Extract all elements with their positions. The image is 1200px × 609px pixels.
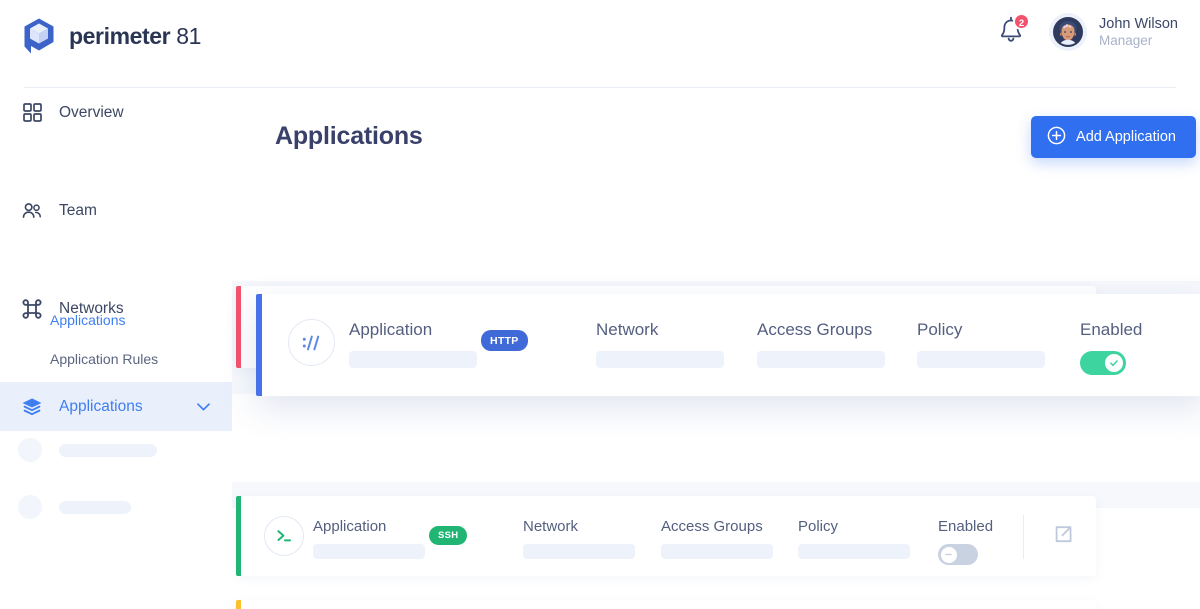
user-role: Manager xyxy=(1099,32,1153,48)
cell-policy: Policy xyxy=(798,518,910,559)
notifications-button[interactable]: 2 xyxy=(997,13,1031,49)
column-header-application: Application xyxy=(349,320,433,339)
protocol-badge: SSH xyxy=(429,526,468,545)
plus-circle-icon xyxy=(1047,126,1066,149)
notification-count-badge: 2 xyxy=(1013,13,1031,30)
enabled-toggle[interactable] xyxy=(1080,351,1126,375)
protocol-badge: HTTP xyxy=(481,330,528,351)
user-text-block: John Wilson Manager xyxy=(1099,15,1178,50)
sidebar-subitem-label: Applications xyxy=(50,311,126,328)
value-placeholder xyxy=(661,544,773,559)
applications-list: Application RDP Network Access Groups Po… xyxy=(232,198,1200,609)
sidebar-skeleton-item xyxy=(0,426,232,474)
table-row[interactable]: Application VNC Network Access Groups Po… xyxy=(236,600,1096,609)
grid-icon xyxy=(22,103,42,123)
sidebar-subitem-applications[interactable]: Applications xyxy=(0,300,232,339)
cube-logo-icon xyxy=(22,17,56,55)
skeleton-bar xyxy=(59,443,157,457)
column-header-policy: Policy xyxy=(917,320,963,339)
value-placeholder xyxy=(596,351,724,368)
app-root: perimeter 81 2 John Wilson Manager Overv… xyxy=(0,0,1200,609)
value-placeholder xyxy=(523,544,635,559)
sidebar-subnav: Applications Application Rules xyxy=(0,292,232,378)
row-body: Application HTTP Network Access Groups P… xyxy=(262,294,1200,396)
toggle-knob xyxy=(940,546,957,563)
open-application-button[interactable] xyxy=(1053,524,1074,550)
sidebar-item-team[interactable]: Team xyxy=(0,186,232,235)
cell-network: Network xyxy=(523,518,635,559)
brand-name: perimeter 81 xyxy=(69,22,202,49)
sidebar-item-label: Team xyxy=(59,201,97,219)
cell-enabled: Enabled xyxy=(1080,320,1142,375)
page-title: Applications xyxy=(275,122,423,150)
toggle-knob xyxy=(1105,354,1123,372)
value-placeholder xyxy=(313,544,425,559)
value-placeholder xyxy=(757,351,885,368)
sidebar: Overview Team Networks Applications Appl… xyxy=(0,88,232,609)
column-header-network: Network xyxy=(523,518,579,535)
sidebar-subitem-label: Application Rules xyxy=(50,350,159,367)
top-bar: perimeter 81 2 John Wilson Manager xyxy=(0,0,1200,88)
bell-icon xyxy=(997,16,1025,49)
user-avatar xyxy=(1049,13,1088,51)
brand-logo-block[interactable]: perimeter 81 xyxy=(22,17,201,55)
cell-network: Network xyxy=(596,320,724,368)
user-name: John Wilson xyxy=(1099,15,1178,32)
sidebar-skeleton-group xyxy=(0,404,232,531)
main-content: Applications Add Application Application… xyxy=(232,88,1200,609)
cell-application: Application xyxy=(313,518,425,559)
column-header-access-groups: Access Groups xyxy=(757,320,873,339)
people-icon xyxy=(22,201,42,221)
column-header-access-groups: Access Groups xyxy=(661,518,763,535)
add-application-button[interactable]: Add Application xyxy=(1031,116,1196,158)
sidebar-skeleton-item xyxy=(0,483,232,531)
column-header-policy: Policy xyxy=(798,518,839,535)
sidebar-subitem-application-rules[interactable]: Application Rules xyxy=(0,339,232,378)
sidebar-item-label: Overview xyxy=(59,103,124,121)
row-body: Application VNC Network Access Groups Po… xyxy=(241,600,1096,609)
skeleton-avatar xyxy=(18,495,42,519)
skeleton-avatar xyxy=(18,438,42,462)
column-header-application: Application xyxy=(313,518,387,535)
cell-access-groups: Access Groups xyxy=(757,320,885,368)
column-header-network: Network xyxy=(596,320,659,339)
enabled-toggle[interactable] xyxy=(938,544,978,565)
sidebar-item-overview[interactable]: Overview xyxy=(0,88,232,137)
user-menu[interactable]: John Wilson Manager xyxy=(1049,13,1178,51)
row-divider xyxy=(1023,515,1024,559)
value-placeholder xyxy=(798,544,910,559)
cell-policy: Policy xyxy=(917,320,1045,368)
column-header-enabled: Enabled xyxy=(1080,320,1143,339)
external-link-icon xyxy=(1053,526,1074,549)
row-body: Application SSH Network Access Groups Po… xyxy=(241,496,1096,576)
top-bar-right: 2 John Wilson Manager xyxy=(997,13,1178,51)
url-protocol-icon xyxy=(288,319,335,366)
cell-enabled: Enabled xyxy=(938,518,993,565)
column-header-enabled: Enabled xyxy=(938,518,994,535)
add-application-label: Add Application xyxy=(1076,129,1176,145)
cell-access-groups: Access Groups xyxy=(661,518,773,559)
table-row[interactable]: Application HTTP Network Access Groups P… xyxy=(256,294,1200,396)
table-row[interactable]: Application SSH Network Access Groups Po… xyxy=(236,496,1096,576)
value-placeholder xyxy=(917,351,1045,368)
cell-application: Application xyxy=(349,320,477,368)
terminal-icon xyxy=(264,516,304,556)
skeleton-bar xyxy=(59,500,131,514)
value-placeholder xyxy=(349,351,477,368)
